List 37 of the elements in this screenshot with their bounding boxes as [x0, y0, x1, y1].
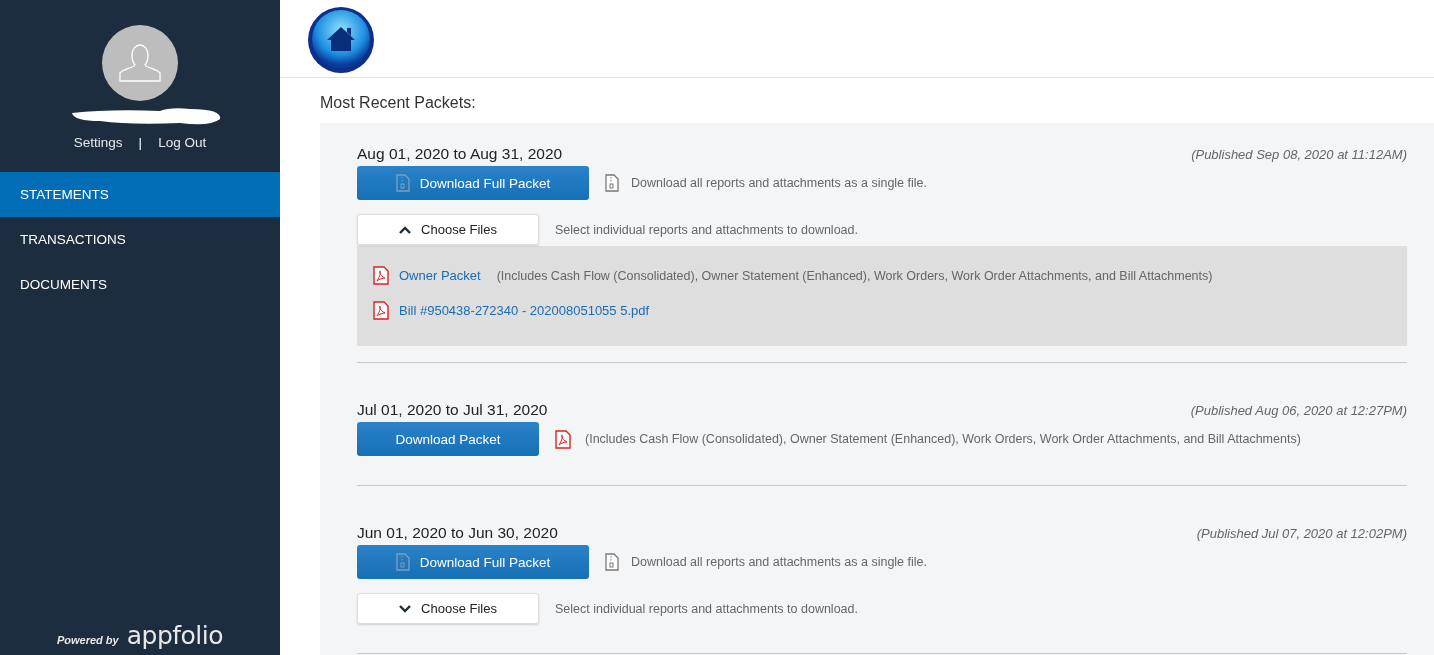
- zip-file-icon: [605, 174, 619, 192]
- file-description: (Includes Cash Flow (Consolidated), Owner Statement (Enhanced), Work Orders, Work Order Attachments, and Bill Attachments): [496, 268, 1213, 283]
- download-full-packet-button[interactable]: Download Full Packet: [357, 545, 589, 579]
- section-heading: Most Recent Packets:: [319, 93, 477, 113]
- published-date: (Published Sep 08, 2020 at 11:12AM): [1191, 146, 1407, 162]
- home-icon[interactable]: [307, 5, 375, 74]
- nav-item[interactable]: STATEMENTS: [0, 172, 280, 217]
- link-separator: |: [138, 135, 143, 150]
- zip-file-icon: [395, 174, 410, 192]
- pdf-file-icon: [373, 301, 389, 320]
- nav-item[interactable]: DOCUMENTS: [0, 262, 280, 307]
- download-full-packet-button[interactable]: Download Full Packet: [357, 166, 589, 200]
- published-date: (Published Jul 07, 2020 at 12:02PM): [1196, 525, 1407, 541]
- choose-files-button[interactable]: Choose Files: [357, 593, 539, 624]
- powered-by-label: Powered by: [56, 634, 119, 646]
- packet-contents-note: (Includes Cash Flow (Consolidated), Owner Statement (Enhanced), Work Orders, Work Order Attachments, and Bill Attachments): [585, 432, 1301, 446]
- choose-files-note: Select individual reports and attachments to download.: [555, 601, 858, 616]
- pdf-file-icon: [373, 266, 389, 285]
- file-link[interactable]: Owner Packet: [399, 268, 481, 283]
- choose-files-button[interactable]: Choose Files: [357, 214, 539, 245]
- file-link[interactable]: Bill #950438-272340 - 202008051055 5.pdf: [399, 303, 650, 318]
- packet-period: Jul 01, 2020 to Jul 31, 2020: [357, 401, 548, 419]
- download-note: Download all reports and attachments as a single file.: [631, 555, 927, 569]
- zip-file-icon: [395, 553, 410, 571]
- nav-item[interactable]: TRANSACTIONS: [0, 217, 280, 262]
- settings-link[interactable]: Settings: [73, 135, 123, 150]
- zip-file-icon: [605, 553, 619, 571]
- packet-period: Jun 01, 2020 to Jun 30, 2020: [357, 524, 558, 542]
- published-date: (Published Aug 06, 2020 at 12:27PM): [1190, 402, 1407, 418]
- download-packet-button[interactable]: Download Packet: [357, 422, 539, 456]
- download-note: Download all reports and attachments as a single file.: [631, 176, 927, 190]
- brand-logo: appfolio: [126, 623, 224, 649]
- pdf-file-icon: [555, 429, 571, 449]
- log-out-link[interactable]: Log Out: [158, 135, 207, 150]
- choose-files-note: Select individual reports and attachments to download.: [555, 222, 858, 237]
- avatar-silhouette-icon: [102, 25, 178, 101]
- packet-period: Aug 01, 2020 to Aug 31, 2020: [357, 145, 563, 163]
